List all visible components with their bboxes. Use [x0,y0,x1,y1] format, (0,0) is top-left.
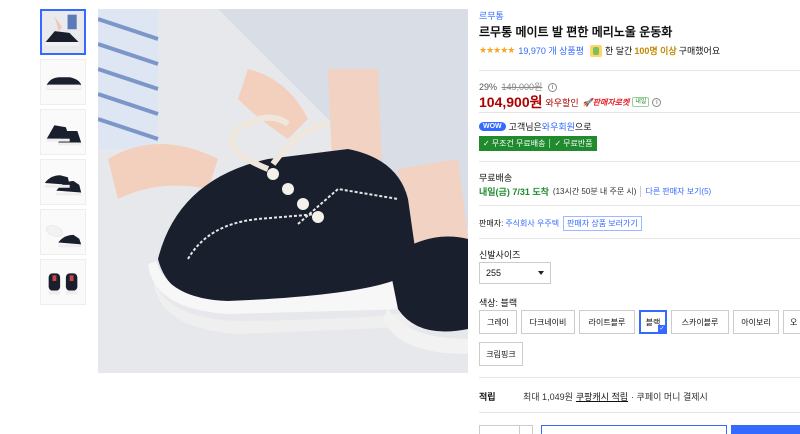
rocket-label: 판매자로켓 [592,97,630,107]
main-product-image[interactable] [98,9,468,373]
thumbnail-4[interactable] [40,159,86,205]
check-icon: ✓ [483,139,490,148]
brand-link[interactable]: 르무통 [479,9,504,22]
color-option-label: 스카이블루 [681,317,719,327]
discount-rate: 29% [479,82,498,92]
color-option[interactable]: 스카이블루 [671,310,729,334]
shipping-row: 내일(금) 7/31 도착 (13시간 50분 내 주문 시) 다른 판매자 보… [479,185,711,198]
info-icon[interactable]: i [547,83,557,93]
wow-benefits-box: ✓ 무조건 무료배송 ✓ 무료반품 [479,136,597,151]
order-deadline: (13시간 50분 내 주문 시) [552,187,637,196]
rocket-icon: 🚀 [582,97,593,107]
thumbnail-3[interactable] [40,109,86,155]
arrival-date: 내일(금) 7/31 도착 [479,187,549,197]
wow-member-label: 와우회원 [541,122,575,132]
sale-price: 104,900원 [479,94,543,110]
thumbnail-2[interactable] [40,59,86,105]
buyers-suffix: 구매했어요 [678,46,721,56]
thumbnail-6[interactable] [40,259,86,305]
shoe-sole-thumb-image [41,210,85,254]
shoe-pair-angle-thumb-image [41,160,85,204]
thumbnail-list [40,9,88,309]
color-option-label: 아이보리 [741,317,771,327]
shoe-lacing-photo [98,9,468,373]
original-price: 149,000원 [501,82,543,92]
check-icon: ✓ [554,139,562,148]
check-icon: ✓ [658,325,666,333]
color-option-label: 다크네이비 [529,317,567,327]
shoe-back-thumb-image [41,260,85,304]
product-title: 르무통 메이트 발 편한 메리노울 운동화 [479,25,673,39]
shipping-label: 무료배송 [479,173,513,183]
color-label: 색상: 블랙 [479,298,518,308]
shoe-tying-thumb-image [42,11,84,53]
wow-text-prefix: 고객님은 [508,122,542,132]
divider [479,112,800,113]
color-option[interactable]: 오 [783,310,800,334]
color-option-selected[interactable]: 블랙 ✓ [639,310,667,334]
product-info-panel: 르무통 르무통 메이트 발 편한 메리노울 운동화 ★★★★★ 19,970 개… [479,0,800,434]
add-to-cart-button[interactable] [541,425,727,434]
color-option[interactable]: 아이보리 [733,310,779,334]
buy-now-button[interactable] [731,425,800,434]
wow-sale-label: 와우할인 [545,97,579,108]
review-count-link[interactable]: 19,970 개 상품평 [518,44,584,57]
color-option[interactable]: 라이트블루 [579,310,635,334]
points-link-wrapper: 쿠팡캐시 적립 [576,390,628,403]
color-option[interactable]: 다크네이비 [521,310,575,334]
wow-row: WOW 고객님은 와우회원 으로 [479,120,591,133]
seller-products-button[interactable]: 판매자 상품 보러가기 [563,216,642,231]
rocket-badge: 🚀판매자로켓 [583,97,630,108]
wow-badge: WOW [479,122,506,131]
points-suffix: · 쿠페이 머니 결제시 [631,392,708,402]
arrival-badge: 내일 [632,97,650,107]
color-option[interactable]: 그레이 [479,310,517,334]
points-label: 적립 [479,392,496,402]
divider [479,377,800,378]
color-option-label: 라이트블루 [588,317,626,327]
seller-label: 판매자: [479,219,504,228]
size-label: 신발사이즈 [479,250,521,260]
divider [479,238,800,239]
seller-row: 판매자: 주식회사 우주텍 판매자 상품 보러가기 [479,216,642,231]
divider [479,205,800,206]
thumbnail-1[interactable] [40,9,86,55]
points-row: 적립 최대 1,049원 쿠팡캐시 적립 · 쿠페이 머니 결제시 [479,390,708,403]
wow-text-suffix: 으로 [574,122,592,132]
rating-stars: ★★★★★ [479,45,515,55]
color-option-label: 크림핑크 [486,349,516,359]
size-selected-value: 255 [486,268,502,278]
thumbs-up-icon [590,44,602,57]
color-option-label: 오 [790,317,798,327]
color-option-label: 그레이 [486,317,510,327]
coupang-cash-link[interactable]: 쿠팡캐시 적립 [576,392,628,402]
buyers-prefix: 한 달간 [605,46,633,56]
shoe-pair-thumb-image [41,110,85,154]
points-amount: 최대 1,049원 [523,392,573,402]
free-shipping-benefit: 무조건 무료배송 [491,139,546,148]
buyers-count: 100명 이상 [634,46,677,56]
free-return-benefit: 무료반품 [563,139,593,148]
divider [479,161,800,162]
chevron-down-icon [538,271,544,275]
rating-row: ★★★★★ 19,970 개 상품평 한 달간 100명 이상 구매했어요 [479,44,720,57]
info-icon[interactable]: i [652,97,662,107]
size-select[interactable]: 255 [479,262,551,284]
price-row: 104,900원 와우할인 🚀판매자로켓 내일 i [479,92,662,112]
thumbnail-5[interactable] [40,209,86,255]
divider [479,70,800,71]
shoe-side-thumb-image [41,60,85,104]
divider [479,412,800,413]
color-option[interactable]: 크림핑크 [479,342,523,366]
quantity-stepper[interactable] [519,425,533,434]
seller-name-link[interactable]: 주식회사 우주텍 [505,218,559,229]
divider [549,139,551,148]
other-sellers-link[interactable]: 다른 판매자 보기(5) [640,186,711,197]
